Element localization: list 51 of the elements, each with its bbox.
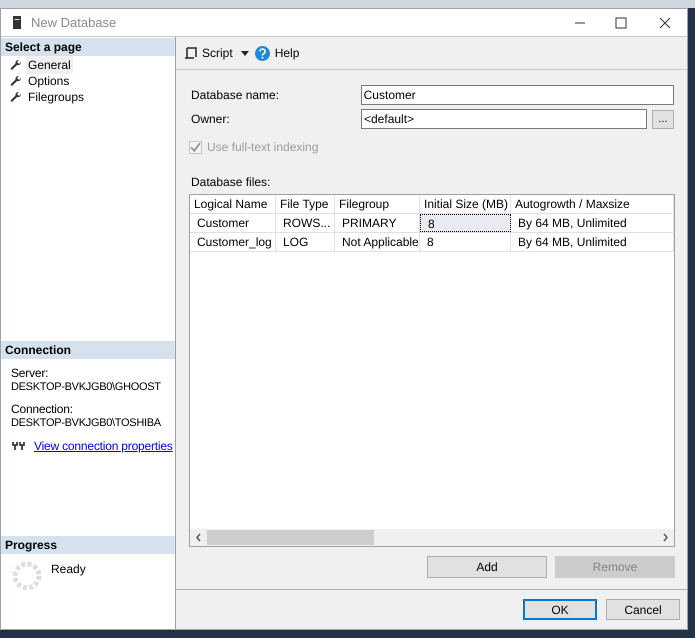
table-cell: LOG bbox=[276, 233, 335, 251]
field-label: Owner: bbox=[191, 111, 231, 128]
page-item[interactable]: Options bbox=[26, 72, 72, 90]
dialog-button[interactable]: OK bbox=[523, 599, 597, 620]
spinner-icon bbox=[11, 560, 43, 592]
maximize-icon[interactable] bbox=[615, 16, 627, 28]
wrench-icon bbox=[10, 91, 22, 103]
column-header[interactable]: Autogrowth / Maxsize bbox=[511, 195, 674, 213]
server-icon bbox=[13, 16, 21, 29]
page-item[interactable]: Filegroups bbox=[26, 88, 86, 106]
connection-value: DESKTOP-BVKJGB0\TOSHIBA bbox=[11, 416, 161, 430]
table-cell: By 64 MB, Unlimited bbox=[511, 233, 674, 251]
plug-icon bbox=[12, 441, 25, 451]
table-cell: Not Applicable bbox=[335, 233, 420, 251]
server-value: DESKTOP-BVKJGB0\GHOOST bbox=[11, 380, 161, 394]
dropdown-caret-icon[interactable] bbox=[240, 50, 249, 56]
table-cell: Customer_log bbox=[190, 233, 276, 251]
help-button[interactable]: Help bbox=[254, 44, 300, 62]
browse-button[interactable]: ... bbox=[652, 110, 674, 128]
column-header[interactable]: Filegroup bbox=[335, 195, 420, 213]
scrollbar-thumb[interactable] bbox=[207, 530, 374, 545]
panel-header: Progress bbox=[1, 536, 175, 554]
column-header[interactable]: Initial Size (MB) bbox=[420, 195, 511, 213]
dialog-button[interactable]: Cancel bbox=[606, 599, 680, 620]
server-label: Server: bbox=[11, 366, 50, 380]
wrench-icon bbox=[10, 59, 22, 71]
page-item[interactable]: General bbox=[26, 56, 73, 74]
close-icon[interactable] bbox=[659, 16, 671, 28]
column-header[interactable]: Logical Name bbox=[190, 195, 276, 213]
column-header[interactable]: File Type bbox=[276, 195, 335, 213]
table-cell: By 64 MB, Unlimited bbox=[511, 214, 674, 232]
panel-header: Select a page bbox=[1, 38, 175, 56]
database-name-field[interactable]: Customer bbox=[360, 85, 674, 105]
checkbox-label: Use full-text indexing bbox=[207, 139, 318, 156]
progress-status: Ready bbox=[51, 561, 86, 578]
connection-label: Connection: bbox=[11, 402, 74, 416]
script-icon bbox=[184, 46, 197, 60]
table-cell: 8 bbox=[420, 214, 511, 232]
table-cell: 8 bbox=[420, 233, 511, 251]
table-cell: Customer bbox=[190, 214, 276, 232]
owner-field[interactable]: <default> bbox=[361, 109, 647, 129]
wrench-icon bbox=[10, 75, 22, 87]
script-button[interactable]: Script bbox=[184, 44, 233, 62]
window-title: New Database bbox=[31, 14, 116, 32]
connection-properties-link[interactable]: View connection properties bbox=[34, 439, 173, 453]
help-icon bbox=[254, 46, 270, 60]
file-button[interactable]: Add bbox=[427, 556, 547, 578]
field-label: Database name: bbox=[191, 87, 280, 104]
section-label: Database files: bbox=[191, 174, 272, 191]
table-cell: ROWS... bbox=[276, 214, 335, 232]
panel-header: Connection bbox=[1, 341, 175, 359]
